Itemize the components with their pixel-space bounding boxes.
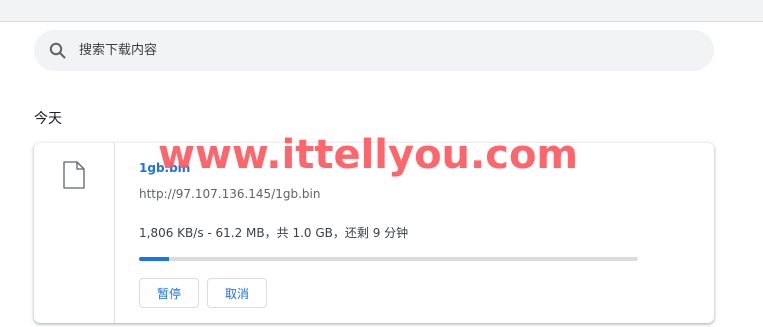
search-bar[interactable] bbox=[34, 30, 714, 71]
pause-button[interactable]: 暂停 bbox=[139, 278, 199, 308]
top-toolbar-strip bbox=[0, 0, 763, 22]
file-url[interactable]: http://97.107.136.145/1gb.bin bbox=[139, 187, 320, 201]
download-card: 1gb.bin http://97.107.136.145/1gb.bin 1,… bbox=[34, 143, 714, 323]
search-input[interactable] bbox=[79, 36, 679, 64]
file-name-link[interactable]: 1gb.bin bbox=[139, 161, 190, 175]
search-icon bbox=[48, 41, 68, 61]
download-status: 1,806 KB/s - 61.2 MB，共 1.0 GB，还剩 9 分钟 bbox=[139, 226, 409, 240]
download-progress-fill bbox=[139, 257, 169, 261]
file-icon bbox=[63, 161, 85, 189]
download-progress-bar bbox=[139, 257, 638, 261]
cancel-button[interactable]: 取消 bbox=[207, 278, 267, 308]
file-icon-column bbox=[34, 143, 115, 323]
date-section-heading: 今天 bbox=[34, 111, 62, 127]
